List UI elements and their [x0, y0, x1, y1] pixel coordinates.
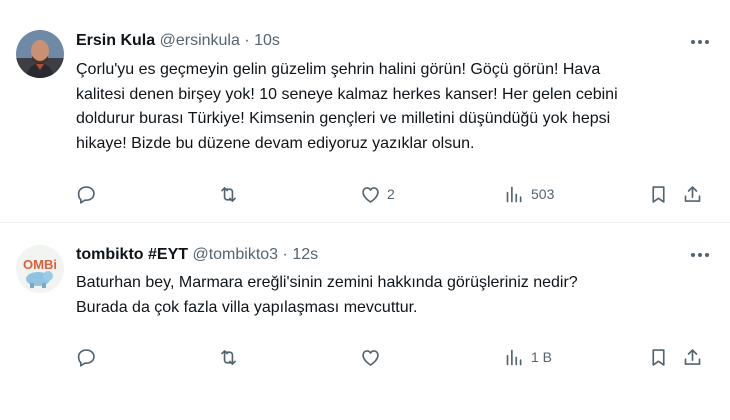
retweet-icon	[221, 186, 236, 202]
tweet-text: Çorlu'yu es geçmeyin gelin güzelim şehri…	[76, 58, 696, 156]
share-button[interactable]	[682, 181, 703, 207]
tweet[interactable]: Ersin Kula @ersinkula · 10s Çorlu'yu es …	[0, 0, 730, 223]
separator: ·	[244, 32, 250, 49]
tweet-text-line: kalitesi denen birşey yok! 10 seneye kal…	[76, 85, 618, 103]
bookmark-button[interactable]	[648, 344, 669, 370]
separator: ·	[282, 246, 288, 263]
avatar[interactable]: OMBi	[16, 245, 64, 293]
tweet-actions: 2 503	[76, 181, 706, 207]
view-count: 1 B	[531, 349, 553, 365]
tweet-text-line: Burada da çok fazla villa yapılaşması me…	[76, 298, 418, 316]
more-horizontal-icon[interactable]	[688, 32, 712, 52]
heart-icon	[362, 349, 379, 366]
like-button[interactable]: 2	[360, 181, 395, 207]
reply-button[interactable]	[76, 344, 103, 370]
views-icon	[506, 186, 522, 202]
bookmark-icon	[652, 348, 665, 366]
tweet-text-line: doldurur burası Türkiye! Kimsenin gençle…	[76, 110, 611, 127]
user-handle[interactable]: @tombikto3	[192, 246, 278, 263]
bookmark-icon	[652, 185, 665, 203]
share-icon	[684, 185, 701, 202]
tweet-text-line: hikaye! Bizde bu düzene devam ediyoruz y…	[76, 134, 475, 152]
heart-icon	[362, 186, 379, 203]
like-count: 2	[387, 186, 395, 202]
share-button[interactable]	[682, 344, 703, 370]
user-handle[interactable]: @ersinkula	[160, 32, 240, 49]
bookmark-button[interactable]	[648, 181, 669, 207]
more-horizontal-icon[interactable]	[688, 245, 712, 265]
display-name[interactable]: tombikto #EYT	[76, 246, 188, 263]
retweet-icon	[221, 349, 236, 365]
tweet-text-line: Baturhan bey, Marmara ereğli'sinin zemin…	[76, 274, 578, 291]
display-name[interactable]: Ersin Kula	[76, 32, 155, 49]
reply-icon	[77, 185, 95, 204]
reply-button[interactable]	[76, 181, 103, 207]
svg-text:OMBi: OMBi	[23, 257, 57, 272]
like-button[interactable]	[360, 344, 387, 370]
reply-icon	[77, 348, 95, 367]
tweet-actions: 1 B	[76, 344, 706, 370]
tweet[interactable]: OMBi tombikto #EYT @tombikto3 · 12s Batu…	[0, 223, 730, 420]
tweet-header: tombikto #EYT @tombikto3 · 12s	[76, 246, 318, 264]
view-count: 503	[531, 186, 555, 202]
tweet-text: Baturhan bey, Marmara ereğli'sinin zemin…	[76, 271, 696, 320]
retweet-button[interactable]	[218, 344, 245, 370]
avatar[interactable]	[16, 30, 64, 78]
retweet-button[interactable]	[218, 181, 245, 207]
views-button[interactable]: 1 B	[504, 344, 552, 370]
tweet-header: Ersin Kula @ersinkula · 10s	[76, 32, 280, 50]
tweet-text-line: Çorlu'yu es geçmeyin gelin güzelim şehri…	[76, 61, 601, 78]
views-icon	[506, 349, 522, 365]
timestamp[interactable]: 12s	[292, 246, 318, 263]
share-icon	[684, 348, 701, 365]
views-button[interactable]: 503	[504, 181, 554, 207]
timestamp[interactable]: 10s	[254, 32, 280, 49]
